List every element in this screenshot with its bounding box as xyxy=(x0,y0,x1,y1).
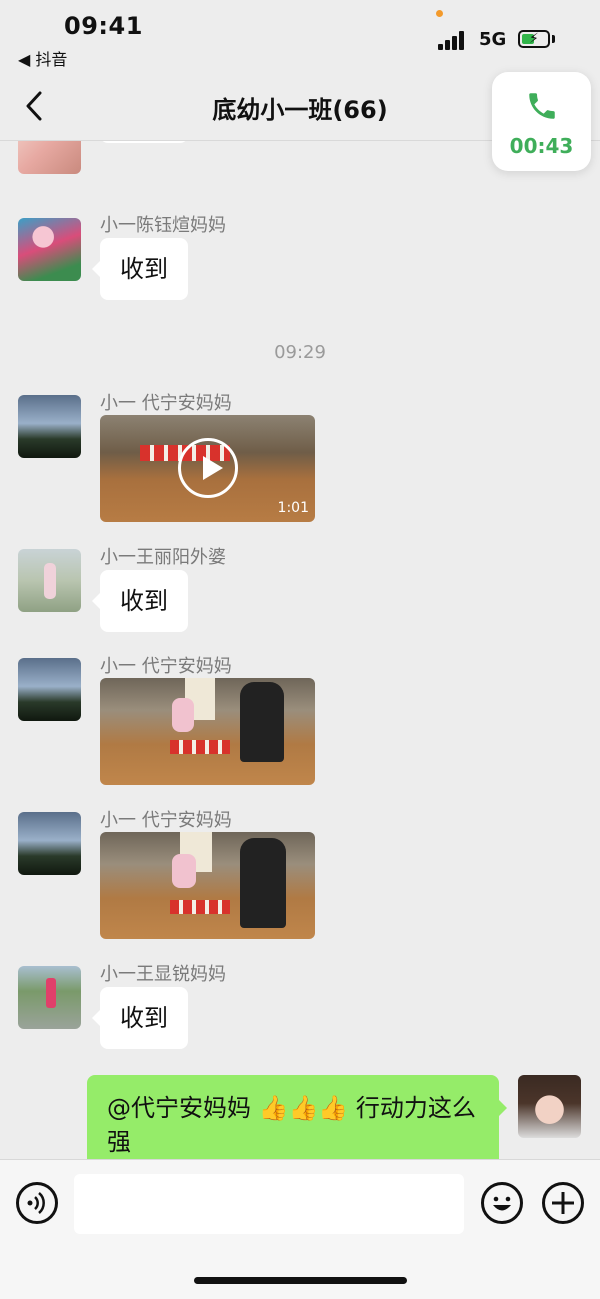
avatar[interactable] xyxy=(18,141,81,174)
text-bubble[interactable]: 收到 xyxy=(92,238,188,300)
battery-cap xyxy=(552,35,555,43)
avatar[interactable] xyxy=(18,658,81,721)
sender-name: 小一 代宁安妈妈 xyxy=(100,393,232,414)
text-bubble[interactable]: 收到 xyxy=(100,141,188,143)
avatar[interactable] xyxy=(18,395,81,458)
signal-icon xyxy=(438,30,470,50)
text-bubble[interactable]: 收到 xyxy=(92,987,188,1049)
sender-name: 小一 代宁安妈妈 xyxy=(100,810,232,831)
battery-icon: ⚡ xyxy=(518,30,550,48)
my-avatar[interactable] xyxy=(518,1075,581,1138)
video-message[interactable]: 1:01 xyxy=(100,415,315,522)
call-timer: 00:43 xyxy=(509,134,574,158)
text-bubble[interactable]: 收到 xyxy=(92,570,188,632)
network-label: 5G xyxy=(479,29,507,50)
status-bar: 09:41 ◀ 抖音 5G ⚡ xyxy=(0,0,600,70)
phone-icon xyxy=(529,93,555,119)
voice-icon xyxy=(27,1192,45,1214)
sender-name: 小一王丽阳外婆 xyxy=(100,547,226,568)
video-duration: 1:01 xyxy=(277,500,309,516)
privacy-indicator-dot xyxy=(436,10,443,17)
smiley-icon xyxy=(493,1196,511,1211)
back-to-app-link[interactable]: ◀ 抖音 xyxy=(18,46,67,70)
voice-call-float[interactable]: 00:43 xyxy=(492,72,591,171)
more-button[interactable] xyxy=(542,1182,584,1224)
play-icon[interactable] xyxy=(178,438,238,498)
status-time: 09:41 xyxy=(64,12,143,40)
sender-name: 小一陈钰煊妈妈 xyxy=(100,215,226,236)
avatar[interactable] xyxy=(18,549,81,612)
mention-text: @代宁安妈妈 xyxy=(107,1094,259,1122)
timestamp: 09:29 xyxy=(274,342,326,363)
sender-name: 小一王显锐妈妈 xyxy=(100,964,226,985)
sender-name: 小一 代宁安妈妈 xyxy=(100,656,232,677)
voice-input-button[interactable] xyxy=(16,1182,58,1224)
emoji-button[interactable] xyxy=(481,1182,523,1224)
plus-icon xyxy=(552,1192,574,1214)
avatar[interactable] xyxy=(18,218,81,281)
avatar[interactable] xyxy=(18,966,81,1029)
image-message[interactable] xyxy=(100,832,315,939)
my-text-bubble[interactable]: @代宁安妈妈 👍👍👍 行动力这么强 xyxy=(87,1075,507,1159)
message-input[interactable] xyxy=(74,1174,464,1234)
avatar[interactable] xyxy=(18,812,81,875)
thumbs-up-emoji: 👍👍👍 xyxy=(258,1094,349,1122)
image-message[interactable] xyxy=(100,678,315,785)
message-list[interactable]: 收到 小一陈钰煊妈妈 收到 09:29 小一 代宁安妈妈 1:01 小一王丽阳外… xyxy=(0,141,600,1159)
home-indicator[interactable] xyxy=(194,1277,407,1284)
